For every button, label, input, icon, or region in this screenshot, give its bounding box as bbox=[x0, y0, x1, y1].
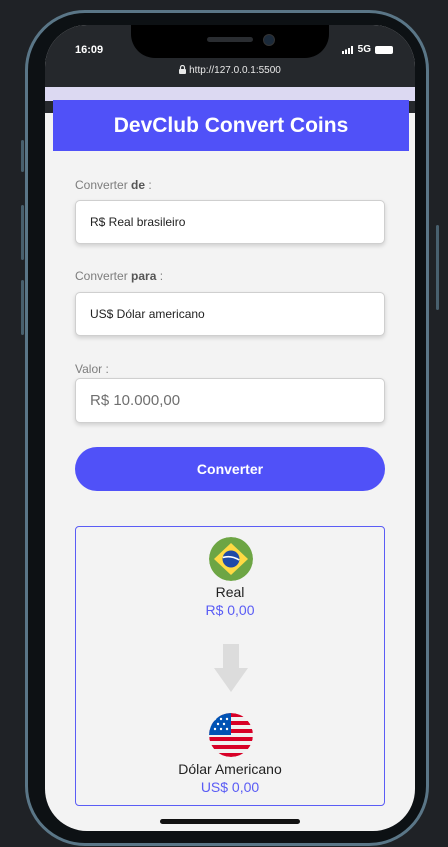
from-currency-name: Real bbox=[215, 584, 245, 600]
home-indicator[interactable] bbox=[160, 819, 300, 824]
to-label-prefix: Converter bbox=[75, 269, 132, 283]
amount-placeholder: R$ 10.000,00 bbox=[90, 392, 181, 409]
convert-button-label: Converter bbox=[196, 461, 264, 477]
usa-flag-icon bbox=[209, 713, 253, 757]
notch bbox=[131, 25, 329, 58]
to-label-suffix: : bbox=[156, 269, 164, 283]
url-text: http://127.0.0.1:5500 bbox=[189, 65, 281, 76]
to-currency-label: Converter para : bbox=[75, 269, 163, 283]
phone-silent-switch bbox=[21, 140, 24, 172]
from-label-prefix: Converter bbox=[75, 178, 132, 192]
conversion-result-card: Real R$ 0,00 Dólar Americano US$ 0,00 bbox=[75, 526, 385, 806]
amount-label: Valor : bbox=[75, 362, 109, 376]
signal-indicator: 5G bbox=[341, 44, 393, 55]
phone-power-button bbox=[436, 225, 439, 310]
phone-volume-down bbox=[21, 280, 24, 335]
arrow-down-icon bbox=[214, 644, 248, 692]
app-header: DevClub Convert Coins bbox=[53, 100, 409, 151]
from-label-bold: de bbox=[131, 178, 146, 192]
status-time: 16:09 bbox=[75, 44, 104, 56]
to-currency-select[interactable]: US$ Dólar americano bbox=[75, 292, 385, 336]
amount-input[interactable]: R$ 10.000,00 bbox=[75, 378, 385, 423]
phone-screen: 16:09 5G http://127.0.0.1:5500 DevClub C… bbox=[45, 25, 415, 831]
from-currency-value: R$ Real brasileiro bbox=[90, 215, 186, 229]
from-currency-label: Converter de : bbox=[75, 178, 152, 192]
from-currency-result: R$ 0,00 bbox=[205, 602, 255, 618]
page-title: DevClub Convert Coins bbox=[113, 113, 349, 137]
page-top-strip bbox=[45, 87, 415, 101]
address-bar[interactable]: http://127.0.0.1:5500 bbox=[45, 64, 415, 76]
from-label-suffix: : bbox=[145, 178, 152, 192]
to-currency-result: US$ 0,00 bbox=[200, 779, 260, 795]
to-currency-value: US$ Dólar americano bbox=[90, 307, 205, 321]
speaker-icon bbox=[207, 37, 253, 42]
brazil-flag-icon bbox=[209, 537, 253, 581]
from-currency-select[interactable]: R$ Real brasileiro bbox=[75, 200, 385, 244]
phone-volume-up bbox=[21, 205, 24, 260]
camera-icon bbox=[263, 34, 275, 46]
signal-icon bbox=[341, 45, 353, 54]
to-label-bold: para bbox=[131, 269, 157, 283]
network-label: 5G bbox=[357, 44, 371, 55]
lock-icon bbox=[179, 64, 187, 74]
to-currency-name: Dólar Americano bbox=[178, 761, 282, 777]
convert-button[interactable]: Converter bbox=[75, 447, 385, 491]
battery-icon bbox=[375, 45, 393, 54]
